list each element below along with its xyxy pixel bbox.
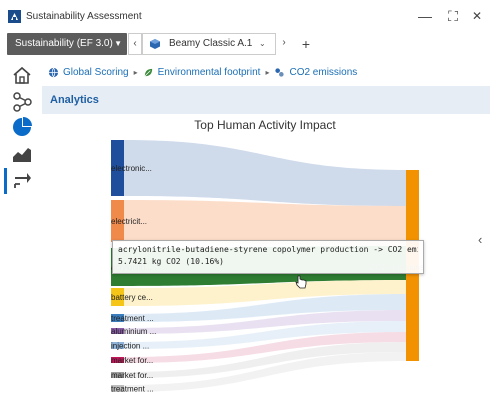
sankey-node-label: treatment ... (111, 385, 154, 394)
sankey-node-label: market for... (111, 371, 153, 380)
sankey-node-label: electricit... (111, 217, 147, 226)
breadcrumb-separator: ▸ (265, 67, 270, 77)
hand-cursor-icon (295, 275, 307, 289)
analytics-header: Analytics (42, 86, 490, 114)
globe-icon (48, 67, 59, 77)
breadcrumb-item-environmental-footprint[interactable]: Environmental footprint (143, 66, 261, 78)
breadcrumb-label: Environmental footprint (157, 66, 261, 78)
molecule-icon (275, 67, 285, 77)
context-select-value: Sustainability (EF 3.0) (15, 38, 113, 49)
maximize-button[interactable]: ⛶ (444, 6, 462, 26)
window-titlebar: Sustainability Assessment — ⛶ ✕ (0, 0, 490, 32)
structure-tree-icon[interactable] (10, 90, 34, 114)
breadcrumb-label: Global Scoring (63, 66, 129, 78)
sankey-node-label: electronic... (111, 164, 152, 173)
tabs-next-button[interactable]: › (277, 33, 291, 55)
chart-tooltip: acrylonitrile-butadiene-styrene copolyme… (112, 240, 424, 274)
chevron-down-icon[interactable]: ⌄ (259, 34, 266, 54)
context-select[interactable]: Sustainability (EF 3.0) ▼ (7, 33, 127, 55)
breadcrumb-label: CO2 emissions (289, 66, 358, 78)
minimize-button[interactable]: — (416, 6, 434, 26)
tab-label: Beamy Classic A.1 (169, 38, 253, 49)
collapse-panel-chevron-icon[interactable]: ‹ (478, 232, 482, 247)
breadcrumb: Global Scoring ▸ Environmental footprint… (48, 62, 357, 82)
close-button[interactable]: ✕ (468, 6, 486, 26)
leaf-icon (144, 68, 152, 76)
tooltip-flow-label: acrylonitrile-butadiene-styrene copolyme… (118, 245, 418, 254)
sankey-node-label: treatment ... (111, 314, 154, 323)
sankey-node-label: injection ... (111, 342, 149, 351)
transfer-arrows-icon[interactable] (10, 168, 34, 192)
sankey-flow[interactable] (124, 140, 406, 206)
sankey-node-label: battery ce... (111, 293, 153, 302)
tab-beamy-classic[interactable]: Beamy Classic A.1 ⌄ (142, 33, 276, 55)
app-logo-icon (8, 10, 21, 23)
breadcrumb-item-global-scoring[interactable]: Global Scoring (48, 67, 129, 78)
area-chart-icon[interactable] (10, 142, 34, 166)
sidebar (0, 56, 40, 420)
breadcrumb-item-co2-emissions[interactable]: CO2 emissions (274, 67, 357, 78)
sankey-node-label: aluminium ... (111, 327, 156, 336)
window-title: Sustainability Assessment (26, 11, 142, 22)
home-icon[interactable] (10, 64, 34, 88)
sidebar-active-indicator (4, 168, 7, 194)
breadcrumb-separator: ▸ (133, 67, 138, 77)
sankey-node-label: market for... (111, 356, 153, 365)
add-tab-button[interactable]: + (297, 33, 315, 55)
tooltip-value: 5.7421 kg CO2 (10.16%) (118, 257, 224, 266)
toolbar: Sustainability (EF 3.0) ▼ ‹ Beamy Classi… (0, 32, 490, 56)
caret-down-icon: ▼ (114, 39, 122, 48)
product-cube-icon (150, 39, 160, 49)
pie-chart-icon[interactable] (10, 114, 34, 138)
tabs-prev-button[interactable]: ‹ (128, 33, 142, 55)
